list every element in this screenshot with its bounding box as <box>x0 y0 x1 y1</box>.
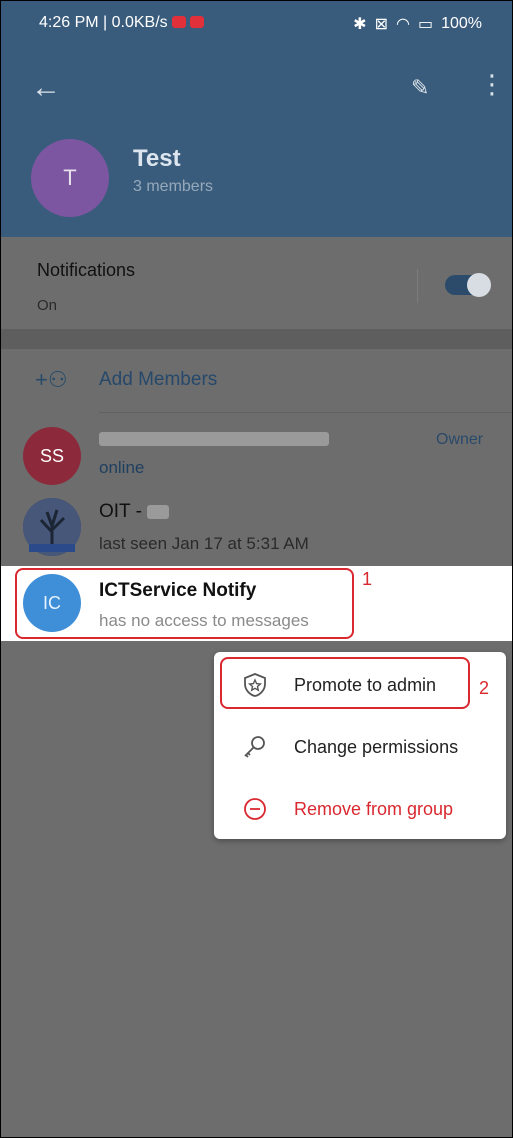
add-person-icon[interactable]: +⚇ <box>35 367 68 393</box>
bluetooth-icon: ✱ <box>353 16 367 33</box>
annotation-box-2 <box>220 657 470 709</box>
notifications-label: Notifications <box>37 260 136 280</box>
change-permissions-item[interactable]: Change permissions <box>214 718 506 776</box>
annotation-number-1: 1 <box>362 569 373 589</box>
section-separator <box>1 329 512 349</box>
annotation-number-2: 2 <box>479 678 490 698</box>
redacted-name <box>147 504 170 519</box>
member-name[interactable]: OIT - <box>99 501 170 523</box>
annotation-box-1 <box>15 568 354 639</box>
sim-icon: ⊠ <box>374 16 388 33</box>
screen: 4:26 PM | 0.0KB/s ✱ ⊠ ◠ ▭ 100% ← ✎ ⋮ T T… <box>0 0 513 1138</box>
member-name-text: OIT - <box>99 501 142 522</box>
member-avatar-initials: SS <box>39 445 64 466</box>
member-name-blurred[interactable] <box>99 428 329 450</box>
menu-item-label: Change permissions <box>294 737 459 757</box>
back-arrow-icon[interactable]: ← <box>31 73 61 103</box>
divider <box>417 269 418 303</box>
chat-header: 4:26 PM | 0.0KB/s ✱ ⊠ ◠ ▭ 100% ← ✎ ⋮ T T… <box>1 1 512 237</box>
wifi-icon: ◠ <box>395 16 410 33</box>
owner-badge: Owner <box>436 431 484 448</box>
key-icon <box>244 736 265 758</box>
notifications-toggle[interactable] <box>445 273 491 297</box>
battery-level: 100% <box>441 15 482 32</box>
remove-from-group-item[interactable]: Remove from group <box>214 780 506 838</box>
status-icons: ✱ ⊠ ◠ ▭ 100% <box>353 14 482 34</box>
youtube-icon <box>171 16 186 28</box>
minus-circle-icon <box>244 798 266 820</box>
group-avatar-letter: T <box>63 165 77 190</box>
add-members-button[interactable]: Add Members <box>99 369 217 391</box>
notifications-value: On <box>37 297 58 314</box>
group-avatar[interactable]: T <box>31 139 109 217</box>
member-status: online <box>99 458 145 477</box>
group-title: Test <box>133 145 181 172</box>
status-time: 4:26 PM | 0.0KB/s <box>39 14 204 32</box>
member-avatar-ss[interactable]: SS <box>23 427 81 485</box>
member-avatar-tree[interactable] <box>23 498 81 556</box>
group-member-count: 3 members <box>133 178 214 195</box>
more-vertical-icon[interactable]: ⋮ <box>479 71 505 97</box>
battery-icon: ▭ <box>417 16 434 33</box>
recorder-icon <box>189 16 204 28</box>
tree-photo-icon <box>23 498 81 556</box>
divider <box>99 412 512 413</box>
menu-item-label: Remove from group <box>294 799 454 819</box>
edit-pencil-icon[interactable]: ✎ <box>411 75 429 101</box>
status-bar: 4:26 PM | 0.0KB/s ✱ ⊠ ◠ ▭ 100% <box>1 1 512 45</box>
redacted-name <box>99 431 329 446</box>
member-last-seen: last seen Jan 17 at 5:31 AM <box>99 534 309 553</box>
